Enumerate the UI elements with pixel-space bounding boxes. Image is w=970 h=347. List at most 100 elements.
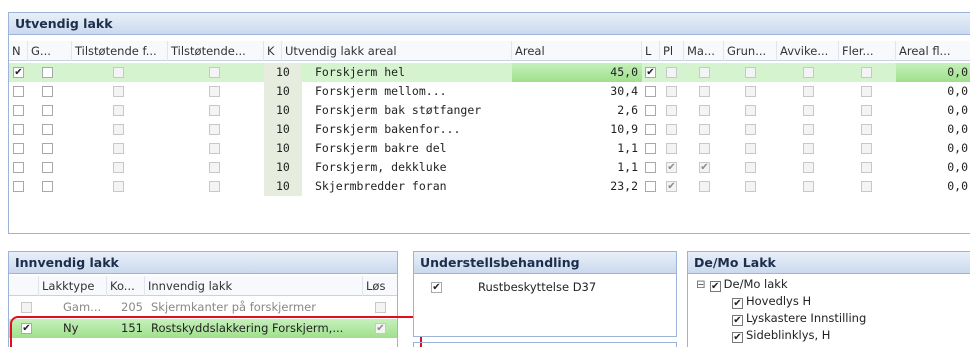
checkbox-l[interactable] bbox=[645, 124, 656, 135]
table-row[interactable]: 10 Forskjerm bakre del 1,1 0,0 bbox=[9, 139, 970, 158]
row-checkbox[interactable]: ✔ bbox=[21, 323, 32, 334]
understell-row[interactable]: ✔ Rustbeskyttelse D37 bbox=[414, 278, 676, 297]
table-row[interactable]: ✔ Ny 151 Rostskyddslakkering Forskjerm,... ✔ bbox=[9, 319, 397, 338]
checkbox-l[interactable] bbox=[645, 105, 656, 116]
checkbox-t[interactable] bbox=[209, 86, 220, 97]
col-header-l[interactable]: L bbox=[642, 41, 660, 61]
checkbox-pl[interactable] bbox=[666, 124, 677, 135]
checkbox-grun[interactable] bbox=[745, 181, 756, 192]
checkbox-l[interactable] bbox=[645, 181, 656, 192]
row-los-checkbox[interactable]: ✔ bbox=[375, 323, 386, 334]
checkbox-ma[interactable] bbox=[699, 67, 710, 78]
demo-item-checkbox[interactable]: ✔ bbox=[732, 298, 743, 309]
checkbox-avv[interactable] bbox=[803, 181, 814, 192]
checkbox-grun[interactable] bbox=[745, 124, 756, 135]
checkbox-tf[interactable] bbox=[113, 162, 124, 173]
checkbox-l[interactable] bbox=[645, 86, 656, 97]
checkbox-g[interactable] bbox=[42, 67, 53, 78]
checkbox-avv[interactable] bbox=[803, 105, 814, 116]
checkbox-tf[interactable] bbox=[113, 86, 124, 97]
checkbox-tf[interactable] bbox=[113, 67, 124, 78]
checkbox-fler[interactable] bbox=[861, 86, 872, 97]
col-header-fler[interactable]: Fler... bbox=[839, 41, 896, 61]
checkbox-ma[interactable] bbox=[699, 105, 710, 116]
col-header-areal[interactable]: Areal bbox=[512, 41, 642, 61]
table-row[interactable]: 10 ✔ ✔ Forskjerm, dekkluke 1,1 0,0 bbox=[9, 158, 970, 177]
checkbox-pl[interactable] bbox=[666, 67, 677, 78]
col-header-utvendig-lakk-areal[interactable]: Utvendig lakk areal bbox=[282, 41, 512, 61]
checkbox-tf[interactable] bbox=[113, 143, 124, 154]
table-row[interactable]: 10 Forskjerm bakenfor... 10,9 0,0 bbox=[9, 120, 970, 139]
checkbox-grun[interactable] bbox=[745, 105, 756, 116]
checkbox-n[interactable] bbox=[13, 105, 24, 116]
checkbox-n[interactable] bbox=[13, 143, 24, 154]
checkbox-g[interactable] bbox=[42, 181, 53, 192]
col-header-pl[interactable]: Pl bbox=[660, 41, 684, 61]
checkbox-l[interactable] bbox=[645, 162, 656, 173]
checkbox-ma[interactable] bbox=[699, 181, 710, 192]
table-row[interactable]: 10 ✔ ✔ Forskjerm hel 45,0 0,0 bbox=[9, 63, 970, 82]
checkbox-grun[interactable] bbox=[745, 143, 756, 154]
checkbox-l[interactable]: ✔ bbox=[645, 67, 656, 78]
col-header-avvike[interactable]: Avvike... bbox=[777, 41, 839, 61]
checkbox-n[interactable] bbox=[13, 181, 24, 192]
checkbox-pl[interactable] bbox=[666, 86, 677, 97]
checkbox-ma[interactable] bbox=[699, 124, 710, 135]
checkbox-fler[interactable] bbox=[861, 124, 872, 135]
col-header-g[interactable]: G... bbox=[28, 41, 72, 61]
table-row[interactable]: 10 Forskjerm mellom... 30,4 0,0 bbox=[9, 82, 970, 101]
row-checkbox[interactable] bbox=[21, 302, 32, 313]
checkbox-fler[interactable] bbox=[861, 67, 872, 78]
checkbox-pl[interactable] bbox=[666, 143, 677, 154]
col-header-k[interactable]: K bbox=[264, 41, 282, 61]
demo-item-checkbox[interactable]: ✔ bbox=[732, 332, 743, 343]
checkbox-tf[interactable] bbox=[113, 181, 124, 192]
checkbox-grun[interactable] bbox=[745, 162, 756, 173]
checkbox-g[interactable] bbox=[42, 162, 53, 173]
col-header-n[interactable]: N bbox=[9, 41, 28, 61]
checkbox-fler[interactable] bbox=[861, 181, 872, 192]
demo-tree-item-lyskastere[interactable]: ✔ Lyskastere Innstilling bbox=[732, 310, 866, 327]
table-row[interactable]: Gam... 205 Skjermkanter på forskjermer bbox=[9, 298, 397, 317]
checkbox-tf[interactable] bbox=[113, 105, 124, 116]
col-header-lakktype[interactable]: Lakktype bbox=[39, 276, 107, 296]
checkbox-l[interactable] bbox=[645, 143, 656, 154]
checkbox-avv[interactable] bbox=[803, 67, 814, 78]
checkbox-avv[interactable] bbox=[803, 124, 814, 135]
demo-root-checkbox[interactable]: ✔ bbox=[709, 281, 721, 292]
checkbox-fler[interactable] bbox=[861, 143, 872, 154]
checkbox-pl[interactable]: ✔ bbox=[666, 181, 677, 192]
demo-item-checkbox[interactable]: ✔ bbox=[732, 315, 743, 326]
col-header-areal-fl[interactable]: Areal fl... bbox=[896, 41, 970, 61]
checkbox-ma[interactable] bbox=[699, 86, 710, 97]
checkbox-g[interactable] bbox=[42, 143, 53, 154]
col-header-grun[interactable]: Grun... bbox=[724, 41, 777, 61]
checkbox-t[interactable] bbox=[209, 181, 220, 192]
table-row[interactable]: 10 Forskjerm bak støtfanger 2,6 0,0 bbox=[9, 101, 970, 120]
table-row[interactable]: 10 ✔ Skjermbredder foran 23,2 0,0 bbox=[9, 177, 970, 196]
checkbox-g[interactable] bbox=[42, 124, 53, 135]
demo-tree-item-sideblinklys[interactable]: ✔ Sideblinklys, H bbox=[732, 327, 830, 344]
col-header-tilstotende[interactable]: Tilstøtende... bbox=[168, 41, 264, 61]
checkbox-n[interactable] bbox=[13, 124, 24, 135]
col-header-innvendig-lakk[interactable]: Innvendig lakk bbox=[145, 276, 363, 296]
checkbox-n[interactable]: ✔ bbox=[13, 67, 24, 78]
checkbox-pl[interactable]: ✔ bbox=[666, 162, 677, 173]
checkbox-avv[interactable] bbox=[803, 162, 814, 173]
demo-tree-item-hovedlys[interactable]: ✔ Hovedlys H bbox=[732, 293, 811, 310]
checkbox-fler[interactable] bbox=[861, 162, 872, 173]
checkbox-t[interactable] bbox=[209, 124, 220, 135]
checkbox-grun[interactable] bbox=[745, 67, 756, 78]
checkbox-t[interactable] bbox=[209, 67, 220, 78]
checkbox-fler[interactable] bbox=[861, 105, 872, 116]
collapse-icon[interactable]: ⊟ bbox=[696, 277, 706, 291]
understell-checkbox[interactable]: ✔ bbox=[431, 282, 442, 293]
checkbox-avv[interactable] bbox=[803, 86, 814, 97]
checkbox-g[interactable] bbox=[42, 105, 53, 116]
col-header-tilstotende-f[interactable]: Tilstøtende f... bbox=[72, 41, 168, 61]
checkbox-ma[interactable]: ✔ bbox=[699, 162, 710, 173]
checkbox-ma[interactable] bbox=[699, 143, 710, 154]
col-header-ma[interactable]: Ma... bbox=[684, 41, 724, 61]
col-header-los[interactable]: Løs bbox=[363, 276, 397, 296]
checkbox-tf[interactable] bbox=[113, 124, 124, 135]
